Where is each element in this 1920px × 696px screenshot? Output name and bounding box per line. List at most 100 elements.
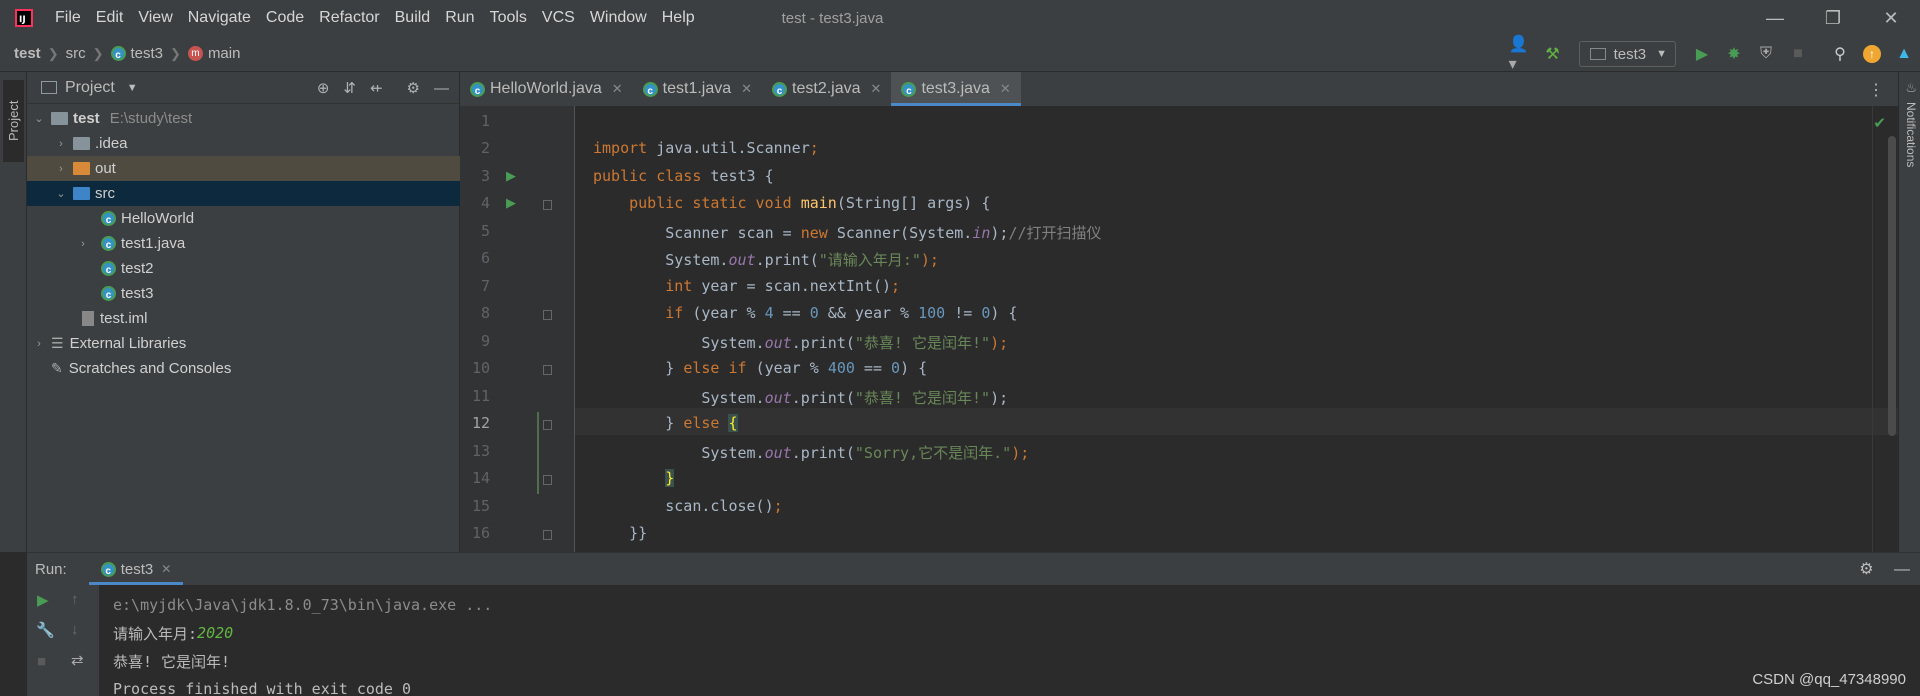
- search-icon[interactable]: ⚲: [1828, 42, 1852, 66]
- chevron-down-icon[interactable]: ⌄: [31, 112, 47, 125]
- class-icon: c: [901, 81, 917, 97]
- close-icon[interactable]: ✕: [1862, 0, 1920, 36]
- close-tab-icon[interactable]: ✕: [612, 81, 623, 97]
- menu-window[interactable]: Window: [590, 9, 647, 27]
- debug-bug-icon[interactable]: ✸: [1722, 42, 1746, 66]
- run-main-gutter-icon[interactable]: ▶: [506, 195, 516, 211]
- menu-refactor[interactable]: Refactor: [319, 9, 379, 27]
- close-tab-icon[interactable]: ✕: [161, 562, 171, 576]
- tree-item-test-iml[interactable]: test.iml: [27, 306, 460, 331]
- run-tab-test3[interactable]: c test3 ✕: [88, 553, 184, 585]
- gear-icon[interactable]: ⚙: [1859, 561, 1873, 578]
- fold-marker-icon[interactable]: [543, 200, 552, 210]
- update-icon[interactable]: ↑: [1860, 42, 1884, 66]
- locate-icon[interactable]: ⊕: [317, 79, 330, 97]
- tree-item-test1[interactable]: › c test1.java: [27, 231, 460, 256]
- close-tab-icon[interactable]: ✕: [871, 81, 882, 97]
- run-config-select[interactable]: test3 ▼: [1578, 41, 1676, 67]
- menu-navigate[interactable]: Navigate: [188, 9, 251, 27]
- tree-item-test2[interactable]: c test2: [27, 256, 460, 281]
- fold-marker-icon[interactable]: [543, 310, 552, 320]
- tree-item-helloworld[interactable]: c HelloWorld: [27, 206, 460, 231]
- menu-help[interactable]: Help: [662, 9, 695, 27]
- coverage-icon[interactable]: ⛨: [1754, 42, 1778, 66]
- tree-item-label: src: [95, 185, 115, 202]
- menu-edit[interactable]: Edit: [96, 9, 124, 27]
- tree-item-external-libraries[interactable]: › ☰ External Libraries: [27, 331, 460, 356]
- fold-marker-icon[interactable]: [543, 365, 552, 375]
- tree-item-test3[interactable]: c test3: [27, 281, 460, 306]
- breadcrumb-folder[interactable]: src: [66, 45, 86, 62]
- run-class-gutter-icon[interactable]: ▶: [506, 168, 516, 184]
- more-tabs-icon[interactable]: ⋮: [1868, 80, 1884, 100]
- tree-item-scratches[interactable]: ✎ Scratches and Consoles: [27, 356, 460, 381]
- restore-icon[interactable]: ❐: [1804, 0, 1862, 36]
- menu-tools[interactable]: Tools: [490, 9, 527, 27]
- close-tab-icon[interactable]: ✕: [1000, 81, 1011, 97]
- chevron-down-icon[interactable]: ⌄: [53, 187, 69, 200]
- code-area[interactable]: import java.util.Scanner; public class t…: [575, 106, 1898, 552]
- tree-item-test[interactable]: ⌄ test E:\study\test: [27, 106, 460, 131]
- tree-item-out[interactable]: › out: [27, 156, 460, 181]
- tab-test2[interactable]: c test2.java ✕: [762, 72, 891, 106]
- no-problems-check-icon[interactable]: ✔: [1873, 114, 1886, 132]
- console-output[interactable]: e:\myjdk\Java\jdk1.8.0_73\bin\java.exe .…: [113, 591, 492, 696]
- code-line-6: System.out.print("请输入年月:");: [593, 251, 939, 269]
- wrench-icon[interactable]: 🔧: [36, 621, 55, 639]
- rerun-icon[interactable]: ▶: [37, 591, 49, 609]
- chevron-right-icon[interactable]: ›: [53, 138, 69, 150]
- tree-item-path: E:\study\test: [109, 110, 193, 127]
- menu-code[interactable]: Code: [266, 9, 304, 27]
- tab-helloworld[interactable]: c HelloWorld.java ✕: [460, 72, 633, 106]
- project-tool-button[interactable]: Project: [3, 80, 24, 162]
- collapse-all-icon[interactable]: ⇷: [370, 79, 383, 97]
- chevron-down-icon[interactable]: ▼: [127, 82, 138, 94]
- menu-view[interactable]: View: [138, 9, 172, 27]
- tab-test3[interactable]: c test3.java ✕: [891, 72, 1022, 106]
- chevron-right-icon[interactable]: ›: [75, 238, 91, 250]
- line-number: 7: [480, 277, 490, 295]
- breadcrumb-class[interactable]: test3: [131, 45, 164, 62]
- code-editor[interactable]: 1 2 3 4 5 6 7 8 9 10 11 12 13 14 15 16 ▶…: [460, 106, 1898, 552]
- close-tab-icon[interactable]: ✕: [741, 81, 752, 97]
- class-icon: c: [101, 286, 116, 301]
- user-icon[interactable]: 👤▾: [1509, 36, 1533, 73]
- fold-marker-icon[interactable]: [543, 530, 552, 540]
- bell-icon[interactable]: ♨: [1905, 80, 1917, 96]
- line-number: 11: [471, 387, 490, 405]
- project-panel-title[interactable]: Project: [65, 79, 115, 97]
- breadcrumb-project[interactable]: test: [14, 45, 41, 62]
- code-line-14: }: [665, 469, 675, 487]
- fold-marker-icon[interactable]: [543, 420, 552, 430]
- chevron-right-icon[interactable]: ›: [31, 338, 47, 350]
- stop-icon[interactable]: ■: [37, 653, 46, 670]
- editor-scrollbar[interactable]: [1888, 136, 1896, 436]
- run-icon[interactable]: ▶: [1690, 42, 1714, 66]
- breadcrumb-method[interactable]: main: [208, 45, 241, 62]
- toolbox-icon[interactable]: ▲: [1892, 42, 1916, 66]
- tree-item-label: test1.java: [121, 235, 186, 252]
- menu-vcs[interactable]: VCS: [542, 9, 575, 27]
- minimize-icon[interactable]: —: [1746, 0, 1804, 36]
- hammer-build-icon[interactable]: ⚒: [1541, 42, 1565, 66]
- notifications-tool-button[interactable]: Notifications: [1904, 102, 1918, 167]
- fold-marker-icon[interactable]: [543, 475, 552, 485]
- tree-item-idea[interactable]: › .idea: [27, 131, 460, 156]
- line-number: 10: [471, 359, 490, 377]
- arrow-down-icon[interactable]: ↓: [71, 621, 79, 638]
- arrow-up-icon[interactable]: ↑: [71, 591, 79, 608]
- menu-run[interactable]: Run: [445, 9, 474, 27]
- expand-all-icon[interactable]: ⇵: [343, 79, 356, 97]
- class-icon: c: [101, 211, 116, 226]
- stop-icon[interactable]: ■: [1786, 42, 1810, 66]
- line-number: 6: [480, 249, 490, 267]
- hide-panel-icon[interactable]: —: [434, 80, 449, 97]
- chevron-right-icon[interactable]: ›: [53, 163, 69, 175]
- tab-test1[interactable]: c test1.java ✕: [633, 72, 762, 106]
- menu-file[interactable]: File: [55, 9, 81, 27]
- hide-panel-icon[interactable]: —: [1894, 561, 1910, 578]
- soft-wrap-icon[interactable]: ⇄: [71, 651, 84, 669]
- menu-build[interactable]: Build: [395, 9, 431, 27]
- gear-icon[interactable]: ⚙: [407, 79, 420, 97]
- tree-item-src[interactable]: ⌄ src: [27, 181, 460, 206]
